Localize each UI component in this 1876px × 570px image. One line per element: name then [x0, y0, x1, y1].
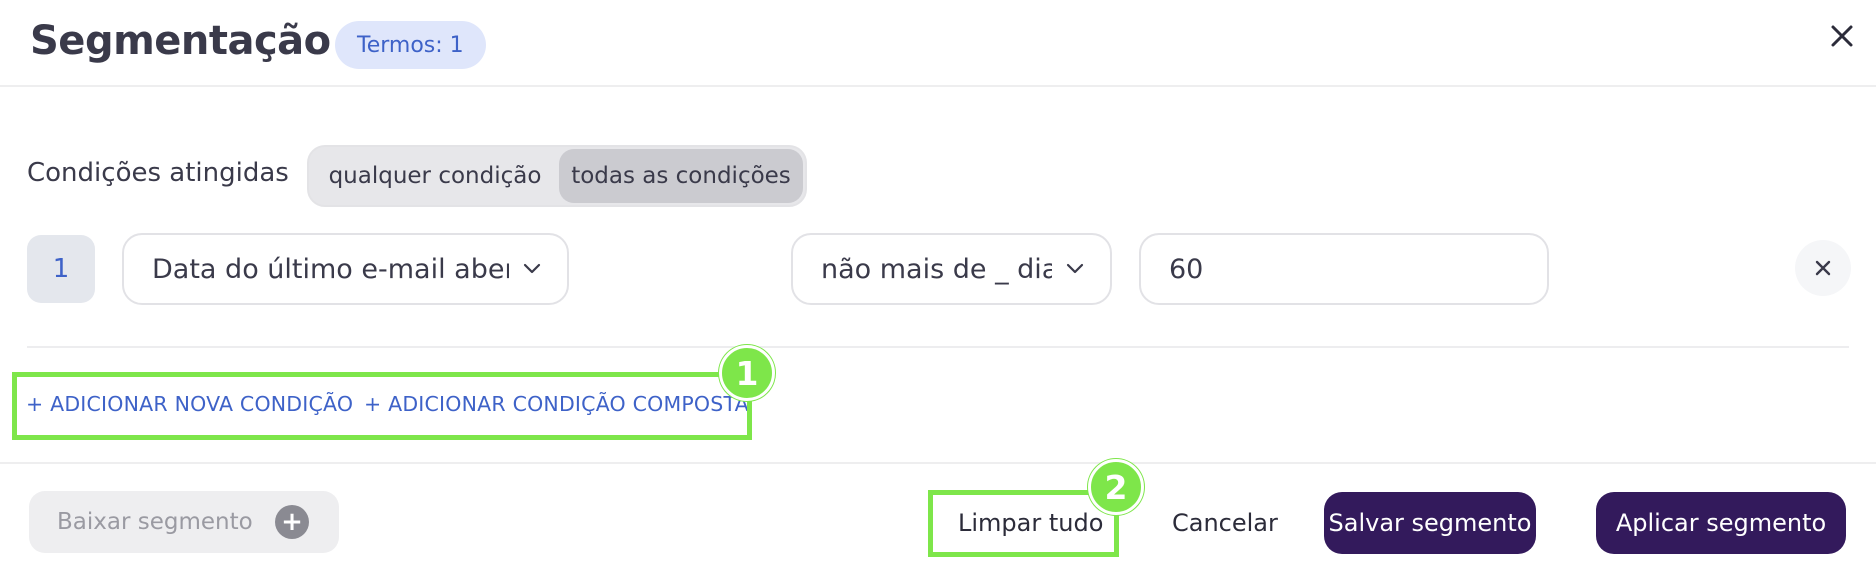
conditions-met-label: Condições atingidas [27, 158, 289, 188]
highlight-box-1 [12, 372, 752, 440]
rules-divider [27, 346, 1849, 348]
rule-index: 1 [27, 235, 95, 303]
remove-rule-button[interactable] [1795, 240, 1851, 296]
chevron-down-icon [1066, 260, 1084, 278]
toggle-any-condition[interactable]: qualquer condição [311, 149, 559, 203]
apply-segment-button[interactable]: Aplicar segmento [1596, 492, 1846, 554]
download-segment-label: Baixar segmento [57, 509, 253, 535]
cancel-button[interactable]: Cancelar [1172, 492, 1278, 554]
conditions-toggle: qualquer condição todas as condições [307, 145, 807, 207]
annotation-marker-1: 1 [719, 345, 775, 401]
chevron-down-icon [523, 260, 541, 278]
field-select[interactable]: Data do último e-mail aberto [122, 233, 569, 305]
toggle-all-conditions[interactable]: todas as condições [559, 149, 803, 203]
operator-select-value: não mais de _ dias [821, 253, 1052, 285]
header-divider [0, 85, 1876, 87]
modal-title: Segmentação [30, 18, 331, 64]
operator-select[interactable]: não mais de _ dias [791, 233, 1112, 305]
save-segment-button[interactable]: Salvar segmento [1324, 492, 1536, 554]
footer-divider [0, 462, 1876, 464]
download-segment-button[interactable]: Baixar segmento + [29, 491, 339, 553]
close-icon [1815, 260, 1831, 276]
close-icon [1831, 25, 1853, 47]
value-input[interactable] [1139, 233, 1549, 305]
annotation-marker-2: 2 [1088, 459, 1144, 515]
plus-circle-icon: + [275, 505, 309, 539]
close-modal-button[interactable] [1822, 16, 1862, 56]
field-select-value: Data do último e-mail aberto [152, 253, 509, 285]
terms-count-badge: Termos: 1 [335, 21, 486, 69]
